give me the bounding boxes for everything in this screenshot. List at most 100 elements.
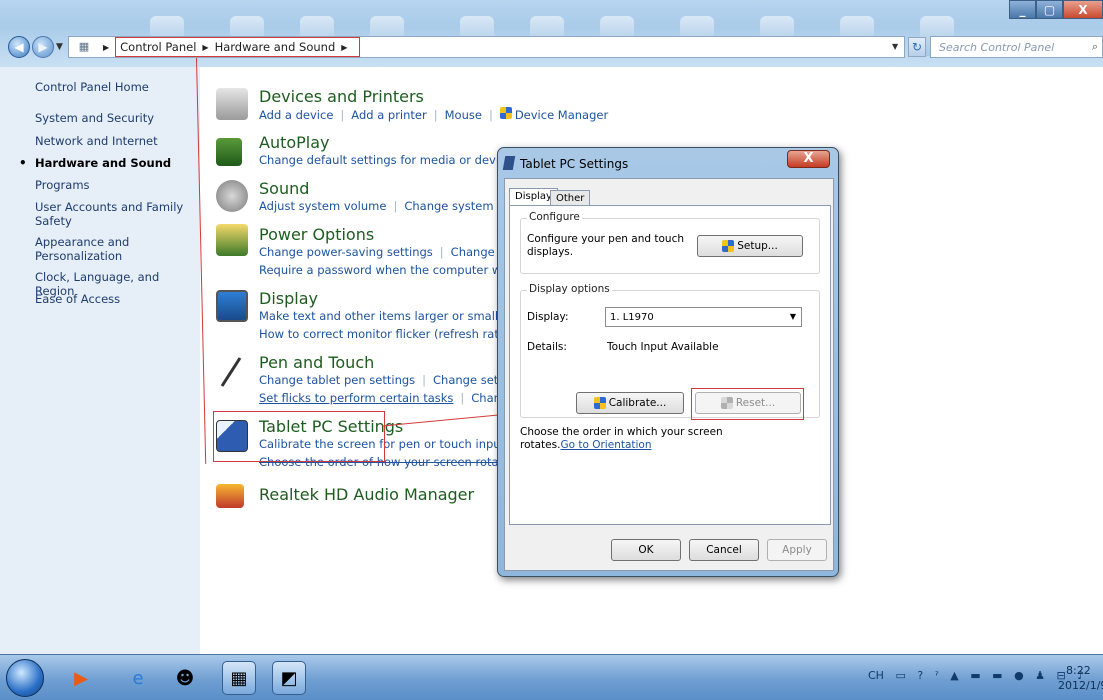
breadcrumb-hardware-and-sound[interactable]: Hardware and Sound (215, 40, 336, 54)
breadcrumb-control-panel[interactable]: Control Panel (120, 40, 196, 54)
display-tray-icon[interactable]: ▬ (992, 669, 1002, 682)
setup-button[interactable]: Setup... (697, 235, 803, 257)
sound-title[interactable]: Sound (259, 179, 309, 198)
tablet-settings-taskbar-icon[interactable]: ◩ (272, 661, 306, 695)
devices-and-printers-links: Add a device | Add a printer | Mouse | Device … (259, 107, 609, 122)
help-icon[interactable]: ? (917, 669, 923, 682)
pen-tray-icon[interactable]: ˀ (935, 669, 939, 682)
browser-icon[interactable]: e (121, 661, 155, 695)
display-links-2: How to correct monitor flicker (refresh … (259, 327, 510, 341)
require-password-link[interactable]: Require a password when the computer wak… (259, 263, 528, 277)
breadcrumb-highlight: Control Panel ▶ Hardware and Sound ▶ (115, 37, 361, 57)
devices-and-printers-title[interactable]: Devices and Printers (259, 87, 424, 106)
calibrate-button-label: Calibrate... (608, 397, 667, 409)
cancel-button[interactable]: Cancel (689, 539, 759, 561)
close-button[interactable]: X (1063, 0, 1103, 19)
device-manager-link[interactable]: Device Manager (515, 108, 608, 122)
details-value: Touch Input Available (607, 341, 719, 353)
mouse-link[interactable]: Mouse (445, 108, 482, 122)
language-indicator[interactable]: CH (868, 669, 884, 682)
antivirus-icon[interactable]: ● (1014, 669, 1024, 682)
sidebar-item-control-panel-home[interactable]: Control Panel Home (35, 80, 149, 94)
control-panel-taskbar-icon[interactable]: ▦ (222, 661, 256, 695)
display-options-group-label: Display options (527, 283, 612, 295)
maximize-button[interactable]: ▢ (1036, 0, 1063, 19)
display-select[interactable]: 1. L1970 ▼ (605, 307, 802, 327)
pen-and-touch-title[interactable]: Pen and Touch (259, 353, 374, 372)
media-player-icon[interactable]: ▶ (64, 661, 98, 695)
setup-button-label: Setup... (737, 240, 778, 252)
apply-button[interactable]: Apply (767, 539, 827, 561)
configure-group-label: Configure (527, 211, 582, 223)
sidebar-item-programs[interactable]: Programs (35, 178, 90, 192)
go-to-orientation-link[interactable]: Go to Orientation (560, 439, 651, 451)
power-options-links: Change power-saving settings | Change what (259, 245, 527, 259)
sidebar-item-hardware-and-sound[interactable]: • Hardware and Sound (19, 156, 171, 170)
sidebar-item-system-and-security[interactable]: System and Security (35, 111, 154, 125)
address-bar[interactable]: ▦ ▶ Control Panel ▶ Hardware and Sound ▶ (68, 36, 905, 58)
ok-button[interactable]: OK (611, 539, 681, 561)
tablet-highlight-box (213, 411, 385, 462)
change-default-settings-link[interactable]: Change default settings for media or dev… (259, 153, 518, 167)
power-options-icon[interactable] (216, 224, 248, 256)
address-dropdown-icon[interactable]: ▼ (892, 42, 898, 51)
chevron-right-icon[interactable]: ▶ (341, 43, 347, 52)
sidebar-item-network-and-internet[interactable]: Network and Internet (35, 134, 158, 148)
power-options-links-2: Require a password when the computer wak… (259, 263, 528, 277)
screen: _ ▢ X ◀ ▶ ▼ ▦ ▶ Control Panel ▶ Hardware… (0, 0, 1103, 700)
autoplay-icon[interactable] (216, 138, 242, 166)
make-text-larger-link[interactable]: Make text and other items larger or smal… (259, 309, 510, 323)
user-tray-icon[interactable]: ♟ (1035, 669, 1045, 682)
window-controls: _ ▢ X (1009, 0, 1103, 19)
display-title[interactable]: Display (259, 289, 318, 308)
display-icon[interactable] (216, 290, 248, 322)
minimize-button[interactable]: _ (1009, 0, 1036, 19)
clock-time[interactable]: 8:22 (1066, 664, 1091, 677)
autoplay-links: Change default settings for media or dev… (259, 153, 518, 167)
back-button[interactable]: ◀ (8, 36, 30, 58)
dialog-body: Display Other Configure Configure your p… (504, 178, 834, 571)
realtek-hd-audio-title[interactable]: Realtek HD Audio Manager (259, 485, 474, 504)
change-power-saving-link[interactable]: Change power-saving settings (259, 245, 433, 259)
details-label: Details: (527, 341, 567, 353)
dialog-close-button[interactable]: X (787, 150, 830, 168)
monitor-icon[interactable]: ▬ (970, 669, 980, 682)
tab-other[interactable]: Other (550, 190, 591, 206)
qq-icon[interactable]: ☻ (168, 661, 202, 695)
sidebar-item-appearance[interactable]: Appearance and Personalization (35, 235, 145, 263)
pen-icon[interactable] (218, 356, 244, 390)
shield-icon (593, 397, 606, 409)
realtek-audio-icon[interactable] (216, 484, 244, 508)
autoplay-title[interactable]: AutoPlay (259, 133, 330, 152)
sidebar-item-ease-of-access[interactable]: Ease of Access (35, 292, 120, 306)
add-a-device-link[interactable]: Add a device (259, 108, 333, 122)
search-placeholder: Search Control Panel (939, 41, 1055, 54)
calibrate-button[interactable]: Calibrate... (576, 392, 684, 414)
sound-icon[interactable] (216, 180, 248, 212)
keyboard-icon[interactable]: ▭ (895, 669, 905, 682)
forward-button[interactable]: ▶ (32, 36, 54, 58)
recent-pages-dropdown[interactable]: ▼ (56, 42, 63, 52)
chevron-right-icon[interactable]: ▶ (202, 43, 208, 52)
chevron-down-icon: ▼ (789, 312, 796, 321)
shield-icon (722, 240, 735, 252)
clock-date[interactable]: 2012/1/9 (1058, 679, 1103, 692)
tablet-icon (502, 156, 516, 170)
devices-and-printers-icon[interactable] (216, 88, 248, 120)
refresh-button[interactable]: ↻ (908, 37, 926, 57)
sound-links: Adjust system volume | Change system sound (259, 199, 533, 213)
shield-icon (499, 107, 512, 119)
search-icon[interactable]: ⌕ (1092, 40, 1098, 54)
sidebar-item-user-accounts[interactable]: User Accounts and Family Safety (35, 200, 185, 228)
add-a-printer-link[interactable]: Add a printer (351, 108, 426, 122)
monitor-flicker-link[interactable]: How to correct monitor flicker (refresh … (259, 327, 510, 341)
chevron-right-icon[interactable]: ▶ (103, 43, 109, 52)
control-panel-icon: ▦ (78, 40, 90, 53)
power-options-title[interactable]: Power Options (259, 225, 374, 244)
search-input[interactable]: Search Control Panel ⌕ (930, 36, 1103, 58)
start-button[interactable] (6, 659, 44, 697)
show-hidden-icons[interactable]: ▲ (950, 669, 958, 682)
adjust-system-volume-link[interactable]: Adjust system volume (259, 199, 386, 213)
sidebar: Control Panel Home System and Security N… (0, 67, 200, 654)
active-bullet-icon: • (19, 156, 27, 170)
